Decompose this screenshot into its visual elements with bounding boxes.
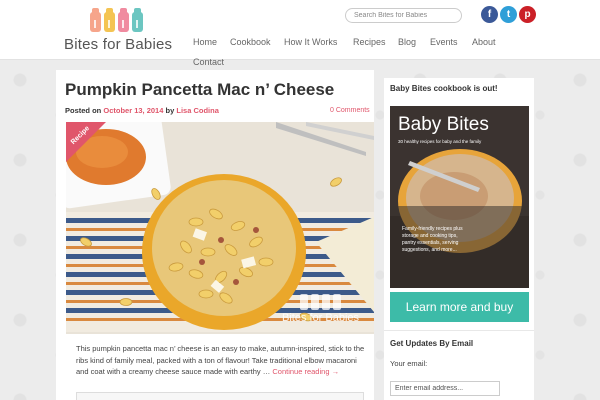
nav-item-how-it-works[interactable]: How It Works [284,37,337,47]
email-label: Your email: [390,359,428,368]
continue-reading-link[interactable]: Continue reading → [272,367,339,376]
pinterest-icon[interactable]: p [519,6,536,23]
cookbook-cover-image[interactable]: Baby Bites 30 healthy recipes for baby a… [390,106,529,288]
logo-text: Bites for Babies [64,36,173,53]
nav-item-blog[interactable]: Blog [398,37,416,47]
learn-more-buy-button[interactable]: Learn more and buy [390,292,529,322]
email-field[interactable] [390,381,500,396]
watermark-bottles-icon [300,294,341,310]
sidebar: Baby Bites cookbook is out! Baby Bites 3… [384,78,534,400]
book-subtitle: 30 healthy recipes for baby and the fami… [398,139,482,144]
comments-link[interactable]: 0 Comments [330,107,370,114]
post-excerpt: This pumpkin pancetta mac n’ cheese is a… [76,343,366,378]
post-footer-bar [76,392,364,400]
post-author[interactable]: Lisa Codina [176,106,219,115]
post-title[interactable]: Pumpkin Pancetta Mac n’ Cheese [65,80,365,100]
post-date[interactable]: October 13, 2014 [103,106,163,115]
nav-item-events[interactable]: Events [430,37,458,47]
post-featured-image[interactable]: Recipe Bites for Babies [66,122,374,334]
logo-bottles-icon [90,8,143,32]
site-logo[interactable]: Bites for Babies [64,8,176,54]
search-input[interactable] [345,8,462,23]
posted-on-label: Posted on [65,106,102,115]
by-label: by [165,106,175,115]
book-blurb: Family-friendly recipes plus storage and… [402,226,463,253]
book-title: Baby Bites [398,114,489,135]
twitter-icon[interactable]: t [500,6,517,23]
site-header: Bites for Babies f t p Home Cookbook How… [0,0,600,67]
nav-item-recipes[interactable]: Recipes [353,37,386,47]
sidebar-divider [384,330,534,331]
post-meta: Posted on October 13, 2014 by Lisa Codin… [65,106,365,115]
nav-item-about[interactable]: About [472,37,496,47]
nav-item-contact[interactable]: Contact [193,57,224,67]
cookbook-widget-title: Baby Bites cookbook is out! [390,84,498,93]
facebook-icon[interactable]: f [481,6,498,23]
nav-item-cookbook[interactable]: Cookbook [230,37,271,47]
watermark-text: Bites for Babies [282,312,360,324]
updates-widget-title: Get Updates By Email [390,339,474,348]
blog-post: Pumpkin Pancetta Mac n’ Cheese Posted on… [56,70,374,400]
nav-item-home[interactable]: Home [193,37,217,47]
